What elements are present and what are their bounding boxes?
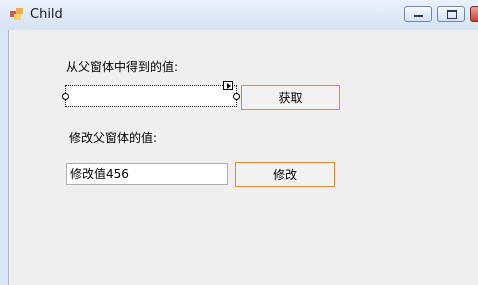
designer-selection-border xyxy=(62,81,240,107)
child-window: Child 从父窗体中得到的值: 获取 修改父窗体的值: 修改值456 修改 xyxy=(0,0,478,285)
app-icon xyxy=(10,8,23,20)
minimize-icon xyxy=(414,15,423,17)
get-value-label: 从父窗体中得到的值: xyxy=(66,60,179,74)
get-button[interactable]: 获取 xyxy=(241,85,340,110)
resize-handle-right[interactable] xyxy=(233,93,240,100)
modify-button[interactable]: 修改 xyxy=(235,162,335,187)
maximize-icon xyxy=(447,10,457,19)
minimize-button[interactable] xyxy=(404,6,432,22)
maximize-button[interactable] xyxy=(437,6,465,22)
smart-tag-icon[interactable] xyxy=(223,81,233,90)
modify-value-input[interactable]: 修改值456 xyxy=(66,163,228,185)
modify-value-label: 修改父窗体的值: xyxy=(69,131,158,145)
window-title: Child xyxy=(30,7,63,22)
title-bar[interactable]: Child xyxy=(0,0,478,30)
form-client-area: 从父窗体中得到的值: 获取 修改父窗体的值: 修改值456 修改 xyxy=(8,30,478,285)
close-button[interactable] xyxy=(470,6,478,22)
resize-handle-left[interactable] xyxy=(62,93,69,100)
